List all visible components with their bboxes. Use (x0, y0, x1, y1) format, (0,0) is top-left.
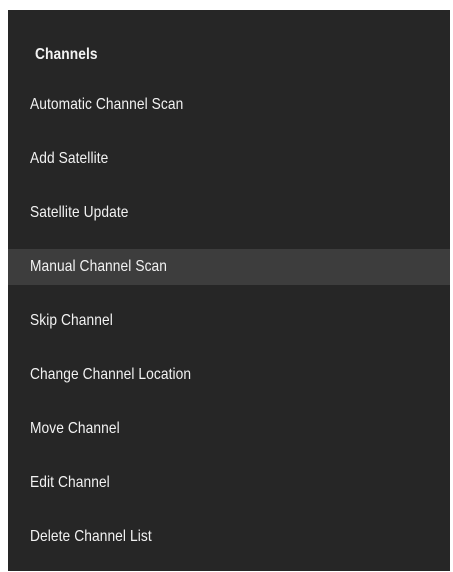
menu-item-edit-channel[interactable]: Edit Channel (8, 465, 450, 501)
menu-item-label: Skip Channel (30, 312, 113, 329)
menu-title: Channels (35, 46, 98, 63)
menu-item-change-channel-location[interactable]: Change Channel Location (8, 357, 450, 393)
menu-item-label: Edit Channel (30, 474, 110, 491)
menu-item-label: Move Channel (30, 420, 120, 437)
menu-item-label: Satellite Update (30, 204, 129, 221)
menu-item-label: Change Channel Location (30, 366, 192, 383)
menu-item-delete-channel-list[interactable]: Delete Channel List (8, 519, 450, 555)
menu-item-label: Automatic Channel Scan (30, 96, 184, 113)
menu-item-manual-channel-scan[interactable]: Manual Channel Scan (8, 249, 450, 285)
menu-item-label: Delete Channel List (30, 528, 152, 545)
menu-item-move-channel[interactable]: Move Channel (8, 411, 450, 447)
menu-item-label: Manual Channel Scan (30, 258, 168, 275)
menu-item-label: Add Satellite (30, 150, 109, 167)
menu-item-automatic-channel-scan[interactable]: Automatic Channel Scan (8, 87, 450, 123)
menu-item-skip-channel[interactable]: Skip Channel (8, 303, 450, 339)
channels-menu-panel: Channels Automatic Channel Scan Add Sate… (8, 10, 450, 571)
menu-item-add-satellite[interactable]: Add Satellite (8, 141, 450, 177)
menu-item-satellite-update[interactable]: Satellite Update (8, 195, 450, 231)
